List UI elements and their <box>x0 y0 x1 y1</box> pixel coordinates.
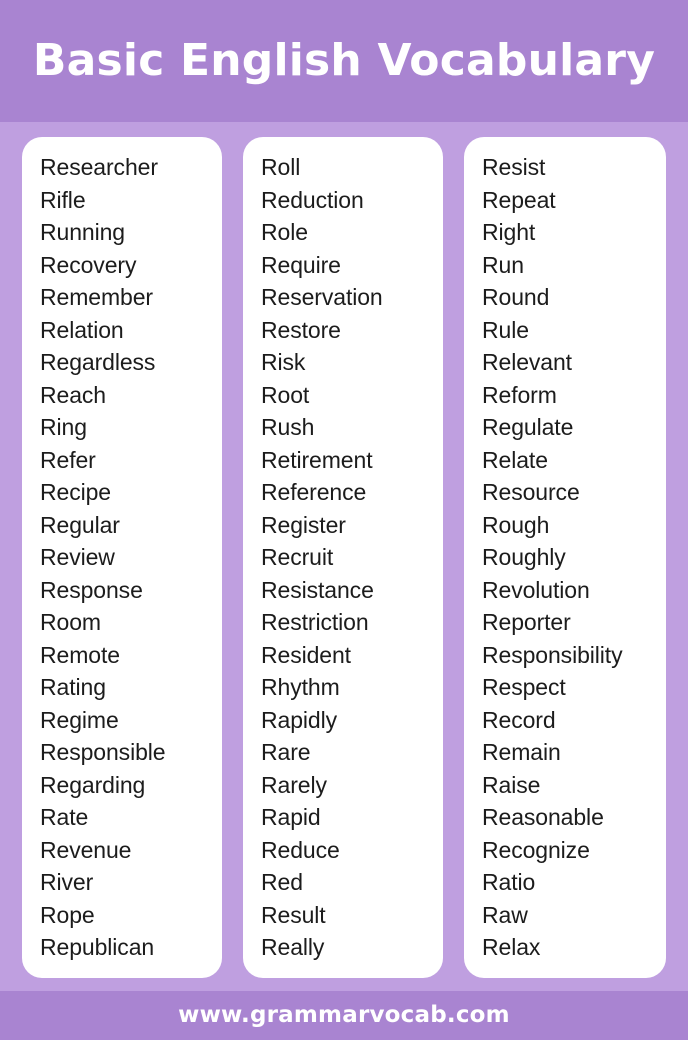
list-item: Rush <box>261 414 315 440</box>
list-item: Rarely <box>261 771 327 798</box>
list-item: Resource <box>482 479 580 505</box>
list-item: Record <box>482 706 556 733</box>
list-item: Revenue <box>40 836 132 863</box>
list-item: Require <box>261 251 341 278</box>
list-item: Regime <box>40 706 119 733</box>
list-item: Resistance <box>261 576 374 603</box>
list-item: Rapidly <box>261 706 338 733</box>
list-item: Recruit <box>261 544 334 570</box>
list-item: Recognize <box>482 836 590 863</box>
list-item: Reporter <box>482 609 571 635</box>
list-item: Respect <box>482 674 566 700</box>
list-item: Remain <box>482 739 561 765</box>
list-item: Relation <box>40 316 124 343</box>
list-item: Round <box>482 284 550 310</box>
list-item: Resist <box>482 154 546 180</box>
word-card-column-1: Researcher Rifle Running Recovery Rememb… <box>22 137 222 978</box>
list-item: Ratio <box>482 869 536 895</box>
list-item: Restriction <box>261 609 369 635</box>
list-item: River <box>40 869 94 895</box>
list-item: Reform <box>482 381 557 408</box>
list-item: Recipe <box>40 479 111 505</box>
list-item: Retirement <box>261 446 373 473</box>
list-item: Regardless <box>40 349 156 375</box>
list-item: Remember <box>40 284 153 310</box>
list-item: Register <box>261 511 346 538</box>
word-list-column-3: Resist Repeat Right Run Round Rule Relev… <box>464 151 666 964</box>
word-columns-container: Researcher Rifle Running Recovery Rememb… <box>0 122 688 991</box>
list-item: Rapid <box>261 804 321 830</box>
list-item: Raw <box>482 901 528 928</box>
list-item: Relevant <box>482 349 572 375</box>
list-item: Refer <box>40 446 96 473</box>
list-item: Red <box>261 869 303 895</box>
list-item: Regarding <box>40 771 146 798</box>
list-item: Review <box>40 544 115 570</box>
list-item: Rule <box>482 316 529 343</box>
list-item: Ring <box>40 414 87 440</box>
word-card-column-2: Roll Reduction Role Require Reservation … <box>243 137 443 978</box>
list-item: Result <box>261 901 326 928</box>
list-item: Reference <box>261 479 367 505</box>
list-item: Really <box>261 934 325 960</box>
list-item: Roll <box>261 154 301 180</box>
list-item: Relax <box>482 934 541 960</box>
list-item: Risk <box>261 349 306 375</box>
list-item: Reach <box>40 381 106 408</box>
list-item: Researcher <box>40 154 158 180</box>
list-item: Raise <box>482 771 541 798</box>
word-list-column-1: Researcher Rifle Running Recovery Rememb… <box>22 151 222 964</box>
list-item: Republican <box>40 934 155 960</box>
list-item: Reduce <box>261 836 340 863</box>
page-title: Basic English Vocabulary <box>32 35 656 86</box>
list-item: Rifle <box>40 186 86 213</box>
list-item: Rough <box>482 511 550 538</box>
word-card-column-3: Resist Repeat Right Run Round Rule Relev… <box>464 137 666 978</box>
list-item: Revolution <box>482 576 590 603</box>
list-item: Recovery <box>40 251 137 278</box>
list-item: Relate <box>482 446 548 473</box>
list-item: Restore <box>261 316 341 343</box>
list-item: Rhythm <box>261 674 340 700</box>
list-item: Run <box>482 251 524 278</box>
list-item: Regular <box>40 511 120 538</box>
list-item: Response <box>40 576 143 603</box>
list-item: Responsible <box>40 739 166 765</box>
list-item: Right <box>482 219 536 245</box>
list-item: Regulate <box>482 414 574 440</box>
list-item: Roughly <box>482 544 566 570</box>
list-item: Rate <box>40 804 89 830</box>
list-item: Running <box>40 219 125 245</box>
list-item: Remote <box>40 641 120 668</box>
website-url: www.grammarvocab.com <box>178 1002 510 1028</box>
list-item: Resident <box>261 641 351 668</box>
list-item: Reduction <box>261 186 364 213</box>
list-item: Room <box>40 609 101 635</box>
list-item: Responsibility <box>482 641 623 668</box>
list-item: Root <box>261 381 310 408</box>
list-item: Role <box>261 219 308 245</box>
list-item: Reservation <box>261 284 383 310</box>
poster-header: Basic English Vocabulary <box>0 0 688 122</box>
list-item: Reasonable <box>482 804 604 830</box>
list-item: Rating <box>40 674 106 700</box>
poster-footer: www.grammarvocab.com <box>0 990 688 1040</box>
list-item: Repeat <box>482 186 556 213</box>
list-item: Rope <box>40 901 95 928</box>
vocabulary-poster: Basic English Vocabulary Researcher Rifl… <box>0 0 688 1040</box>
word-list-column-2: Roll Reduction Role Require Reservation … <box>243 151 443 964</box>
list-item: Rare <box>261 739 311 765</box>
